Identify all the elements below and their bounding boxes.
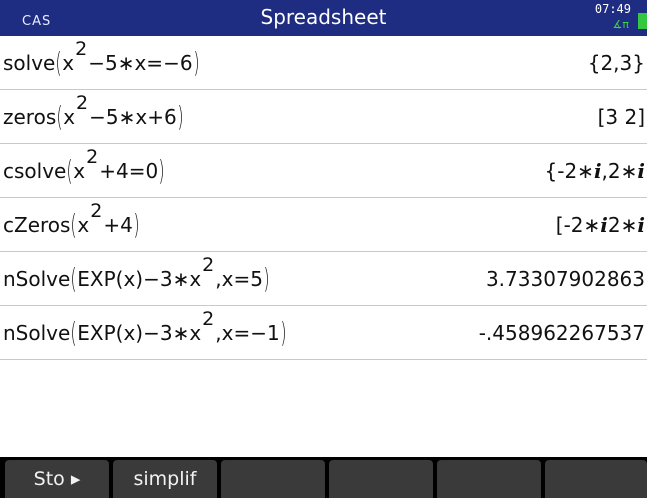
entry-expression: solve(x 2 −5∗x=−6) xyxy=(3,38,200,79)
history-entry[interactable]: solve(x 2 −5∗x=−6) {2,3} xyxy=(0,36,647,90)
history-entry[interactable]: cZeros(x 2 +4) [-2∗ i 2∗ i xyxy=(0,198,647,252)
battery-icon xyxy=(638,13,647,29)
entry-result: -.458962267537 xyxy=(478,321,645,345)
entry-result: [-2∗ i 2∗ i xyxy=(555,213,645,237)
angle-mode-icon: ∡π xyxy=(612,18,629,31)
history-entry[interactable]: csolve(x 2 +4=0) {-2∗ i ,2∗ i xyxy=(0,144,647,198)
entry-result: {2,3} xyxy=(587,51,645,75)
empty-softkey-5[interactable] xyxy=(437,460,541,498)
history-entry[interactable]: zeros(x 2 −5∗x+6) [3 2] xyxy=(0,90,647,144)
hp-prime-cas-screen: CAS Spreadsheet 07:49 ∡π solve(x 2 −5∗x=−6… xyxy=(0,0,647,498)
entry-expression: nSolve(EXP(x)−3∗x 2 ,x=−1) xyxy=(3,308,287,349)
history-entry[interactable]: nSolve(EXP(x)−3∗x 2 ,x=−1) -.458962267537 xyxy=(0,306,647,360)
cas-history[interactable]: solve(x 2 −5∗x=−6) {2,3} zeros(x 2 −5∗x+6) [… xyxy=(0,36,647,360)
empty-softkey-3[interactable] xyxy=(221,460,325,498)
entry-expression: zeros(x 2 −5∗x+6) xyxy=(3,92,184,133)
softkey-menu-bar: Sto ▸ simplif xyxy=(0,457,647,498)
app-title: Spreadsheet xyxy=(260,5,387,29)
history-entry[interactable]: nSolve(EXP(x)−3∗x 2 ,x=5) 3.73307902863 xyxy=(0,252,647,306)
entry-expression: cZeros(x 2 +4) xyxy=(3,200,140,241)
entry-result: 3.73307902863 xyxy=(485,267,645,291)
empty-softkey-4[interactable] xyxy=(329,460,433,498)
entry-expression: csolve(x 2 +4=0) xyxy=(3,146,165,187)
empty-softkey-6[interactable] xyxy=(545,460,647,498)
simplify-softkey[interactable]: simplif xyxy=(113,460,217,498)
entry-result: [3 2] xyxy=(597,105,645,129)
sto-softkey[interactable]: Sto ▸ xyxy=(5,460,109,498)
clock: 07:49 xyxy=(594,2,631,16)
title-bar: CAS Spreadsheet 07:49 ∡π xyxy=(0,0,647,36)
entry-result: {-2∗ i ,2∗ i xyxy=(544,159,646,183)
entry-expression: nSolve(EXP(x)−3∗x 2 ,x=5) xyxy=(3,254,270,295)
